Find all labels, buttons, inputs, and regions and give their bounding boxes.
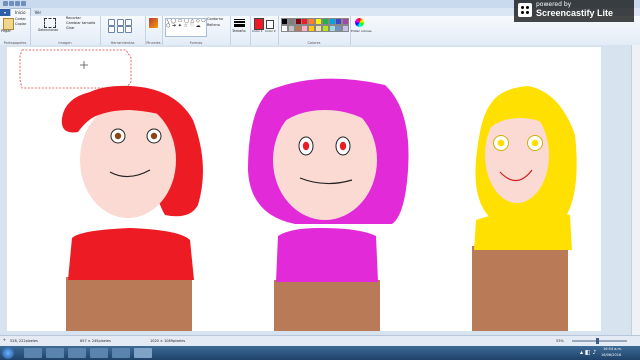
palette-group: Colores <box>278 16 351 45</box>
fill-button[interactable]: Relleno <box>207 23 220 28</box>
shapes-gallery[interactable]: ╲ ◯ ▭ ▢ △ ◇ ⬠ ⬡ ➔ ✦ ☆ ♡ ☁ <box>165 18 207 37</box>
pencil-icon[interactable] <box>108 19 115 26</box>
figure-red-hair <box>61 85 203 331</box>
eraser-icon[interactable] <box>108 26 115 33</box>
taskbar: ▴ ◧ ♪ 16:54 a.m. 16/06/2016 <box>0 346 640 360</box>
select-icon[interactable] <box>44 18 56 28</box>
selection-size: 657 × 245píxeles <box>80 339 111 343</box>
tray-icons[interactable]: ▴ ◧ ♪ <box>580 349 596 356</box>
tab-home[interactable]: Inicio <box>10 8 31 16</box>
brush-icon[interactable] <box>149 18 158 28</box>
tools-group: Herramientas <box>100 16 146 45</box>
image-group: Seleccionar Recortar Cambiar tamaño Gira… <box>30 16 101 45</box>
clipboard-group: Pegar Cortar Copiar Portapapeles <box>0 16 31 45</box>
brushes-group: Pinceles <box>145 16 163 45</box>
zoom-slider[interactable] <box>572 338 627 344</box>
figure-pink-hair <box>248 78 409 331</box>
tab-view[interactable]: Ver <box>31 9 46 16</box>
taskbar-app-paint[interactable] <box>134 348 152 358</box>
clock-date[interactable]: 16/06/2016 <box>601 353 621 357</box>
taskbar-app-chrome[interactable] <box>68 348 86 358</box>
shapes-group: ╲ ◯ ▭ ▢ △ ◇ ⬠ ⬡ ➔ ✦ ☆ ♡ ☁ Contorno Relle… <box>162 16 231 45</box>
fill-icon[interactable] <box>116 19 124 26</box>
rotate-button[interactable]: Girar <box>66 26 75 31</box>
edit-colors-button[interactable]: Editar colores <box>351 29 372 34</box>
taskbar-app-media[interactable] <box>46 348 64 358</box>
zoom-level: 53% <box>556 339 564 343</box>
figure-yellow-hair <box>472 86 577 331</box>
text-box-selection[interactable] <box>19 49 132 89</box>
color2-label: Color 2 <box>265 29 276 33</box>
taskbar-app-word[interactable] <box>90 348 108 358</box>
drawing <box>19 49 577 331</box>
active-colors-group: Color 1 Color 2 <box>250 16 279 45</box>
save-icon[interactable] <box>9 1 14 6</box>
zoom-slider-thumb[interactable] <box>596 338 599 344</box>
taskbar-app-explorer[interactable] <box>24 348 42 358</box>
magnifier-icon[interactable] <box>125 26 133 33</box>
start-button[interactable] <box>2 347 14 359</box>
edit-colors-group: Editar colores <box>350 16 372 45</box>
undo-icon[interactable] <box>15 1 20 6</box>
palette-swatch[interactable] <box>342 25 350 32</box>
drawing-canvas[interactable] <box>7 47 601 331</box>
clock-time[interactable]: 16:54 a.m. <box>603 347 622 351</box>
move-cursor-icon <box>80 61 88 69</box>
tools-icons <box>108 19 133 33</box>
redo-icon[interactable] <box>21 1 26 6</box>
palette-swatch[interactable] <box>342 18 350 25</box>
cursor-position: 528, 222píxeles <box>10 339 38 343</box>
film-reel-icon <box>518 3 532 17</box>
outline-button[interactable]: Contorno <box>207 17 223 22</box>
paste-button[interactable]: Pegar <box>1 29 11 34</box>
watermark-line1: powered by <box>536 1 572 8</box>
size-group: Tamaño <box>230 16 251 45</box>
color1-label: Color 1 <box>252 29 263 33</box>
paint-app-icon[interactable] <box>3 1 8 6</box>
tab-file[interactable]: ▾ <box>0 9 11 16</box>
size-button[interactable]: Tamaño <box>232 29 246 34</box>
text-icon[interactable] <box>125 19 133 26</box>
quick-access-toolbar <box>3 1 26 6</box>
taskbar-app-powerpoint[interactable] <box>112 348 130 358</box>
vertical-scrollbar[interactable] <box>631 45 640 335</box>
color-picker-icon[interactable] <box>116 26 124 33</box>
color-wheel-icon[interactable] <box>355 18 364 27</box>
image-size: 1020 × 1089píxeles <box>150 339 186 343</box>
watermark-line2: Screencastify Lite <box>536 8 614 18</box>
canvas-area <box>0 45 640 335</box>
screencastify-watermark: powered by Screencastify Lite <box>514 0 634 22</box>
select-button[interactable]: Seleccionar <box>38 28 58 33</box>
copy-button[interactable]: Copiar <box>15 22 26 27</box>
color2-swatch[interactable] <box>266 20 274 29</box>
line-size-icon[interactable] <box>234 19 245 27</box>
cursor-position-icon: ✛ <box>3 338 6 342</box>
